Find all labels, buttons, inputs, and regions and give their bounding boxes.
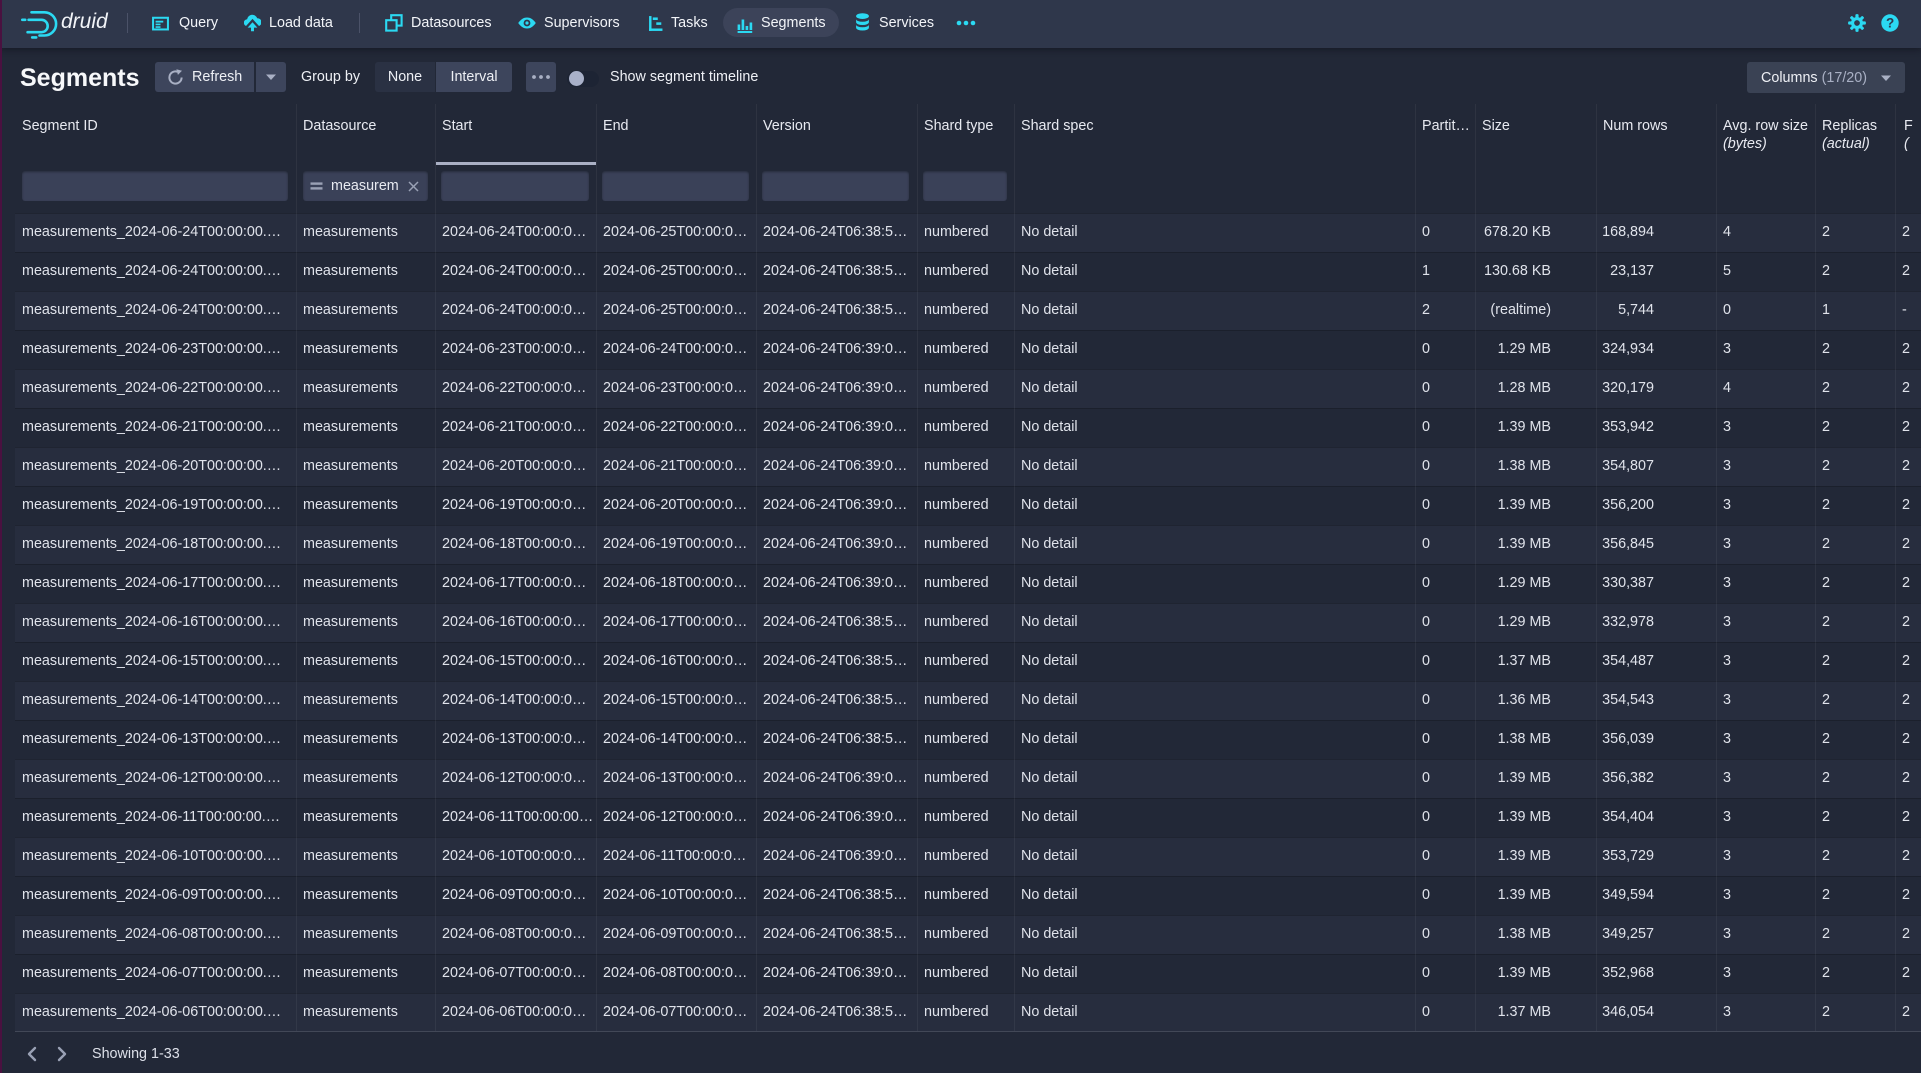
svg-text:?: ? (1886, 16, 1894, 31)
